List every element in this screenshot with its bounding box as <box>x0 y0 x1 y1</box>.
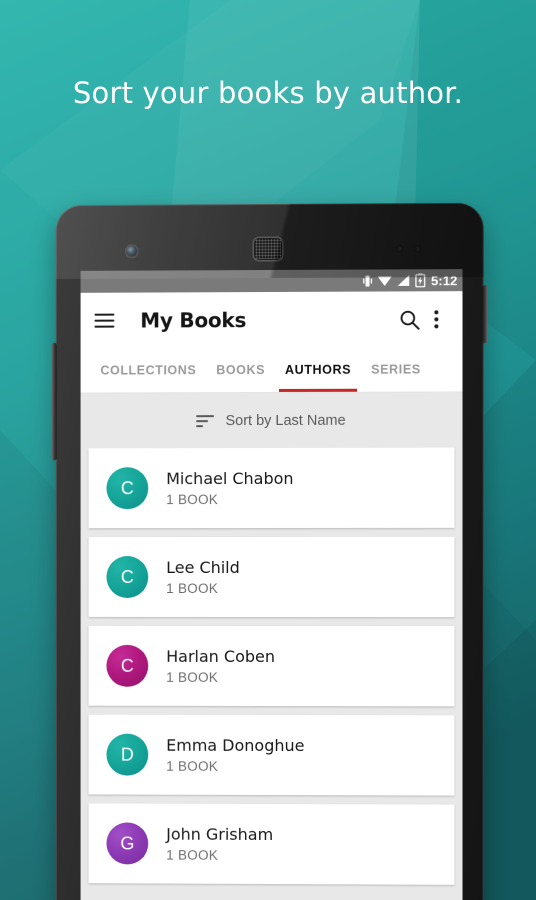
tab-authors[interactable]: AUTHORS <box>275 348 361 392</box>
author-book-count: 1 BOOK <box>166 669 219 685</box>
sort-bar[interactable]: Sort by Last Name <box>80 392 463 449</box>
sort-icon <box>196 414 215 428</box>
light-sensor-icon <box>414 245 422 253</box>
search-button[interactable] <box>394 304 424 334</box>
app-bar-spacer <box>246 320 394 321</box>
avatar: C <box>106 556 149 598</box>
app-bar: My Books <box>80 291 463 349</box>
list-item[interactable]: C Lee Child 1 BOOK <box>88 536 455 618</box>
promo-screenshot: Sort your books by author. 5:12 My Books… <box>0 0 536 900</box>
power-button[interactable] <box>482 285 488 344</box>
page-title: My Books <box>140 308 247 333</box>
author-name: John Grisham <box>166 824 274 845</box>
sort-bar-label: Sort by Last Name <box>225 412 346 429</box>
phone-top-bezel <box>56 203 484 271</box>
volume-button[interactable] <box>51 342 57 461</box>
status-bar-icons <box>362 273 425 287</box>
author-name: Lee Child <box>166 558 240 578</box>
author-name: Harlan Coben <box>166 646 275 667</box>
list-item-text: Lee Child 1 BOOK <box>166 558 240 596</box>
signal-icon <box>396 274 408 286</box>
list-item[interactable]: G John Grisham 1 BOOK <box>88 803 455 885</box>
author-book-count: 1 BOOK <box>166 758 219 774</box>
phone-device: 5:12 My Books COLLECTIONS BOOKS AUTHORS … <box>51 202 488 900</box>
author-name: Emma Donoghue <box>166 735 305 756</box>
battery-charging-icon <box>414 273 425 287</box>
vibrate-icon <box>362 274 372 286</box>
list-item-text: Michael Chabon 1 BOOK <box>166 469 293 507</box>
tab-collections[interactable]: COLLECTIONS <box>91 348 207 392</box>
list-item[interactable]: C Harlan Coben 1 BOOK <box>88 625 455 707</box>
author-name: Michael Chabon <box>166 468 294 489</box>
list-item-text: John Grisham 1 BOOK <box>166 825 273 863</box>
front-camera-icon <box>126 245 138 257</box>
avatar: D <box>106 733 149 776</box>
author-book-count: 1 BOOK <box>166 847 219 863</box>
avatar: C <box>106 467 149 510</box>
overflow-menu-icon[interactable] <box>424 310 448 329</box>
proximity-sensor-icon <box>396 245 404 253</box>
status-bar: 5:12 <box>80 269 463 293</box>
hamburger-menu-icon[interactable] <box>94 313 115 328</box>
avatar: G <box>106 822 149 865</box>
tab-bar: COLLECTIONS BOOKS AUTHORS SERIES <box>80 347 463 394</box>
tab-series[interactable]: SERIES <box>361 347 431 391</box>
list-item-text: Emma Donoghue 1 BOOK <box>166 736 304 774</box>
search-icon <box>399 309 419 329</box>
author-book-count: 1 BOOK <box>166 492 219 508</box>
author-list[interactable]: C Michael Chabon 1 BOOK C Lee Child 1 BO… <box>80 447 463 900</box>
tab-books[interactable]: BOOKS <box>206 348 275 392</box>
headline-text: Sort your books by author. <box>72 76 464 110</box>
list-item[interactable]: C Michael Chabon 1 BOOK <box>88 447 455 529</box>
earpiece-speaker-icon <box>254 237 282 261</box>
list-item[interactable]: D Emma Donoghue 1 BOOK <box>88 714 455 796</box>
list-item-text: Harlan Coben 1 BOOK <box>166 647 275 685</box>
avatar: C <box>106 644 149 687</box>
status-bar-clock: 5:12 <box>430 272 458 288</box>
author-book-count: 1 BOOK <box>166 581 219 596</box>
wifi-icon <box>376 275 391 286</box>
phone-screen: 5:12 My Books COLLECTIONS BOOKS AUTHORS … <box>80 269 463 900</box>
